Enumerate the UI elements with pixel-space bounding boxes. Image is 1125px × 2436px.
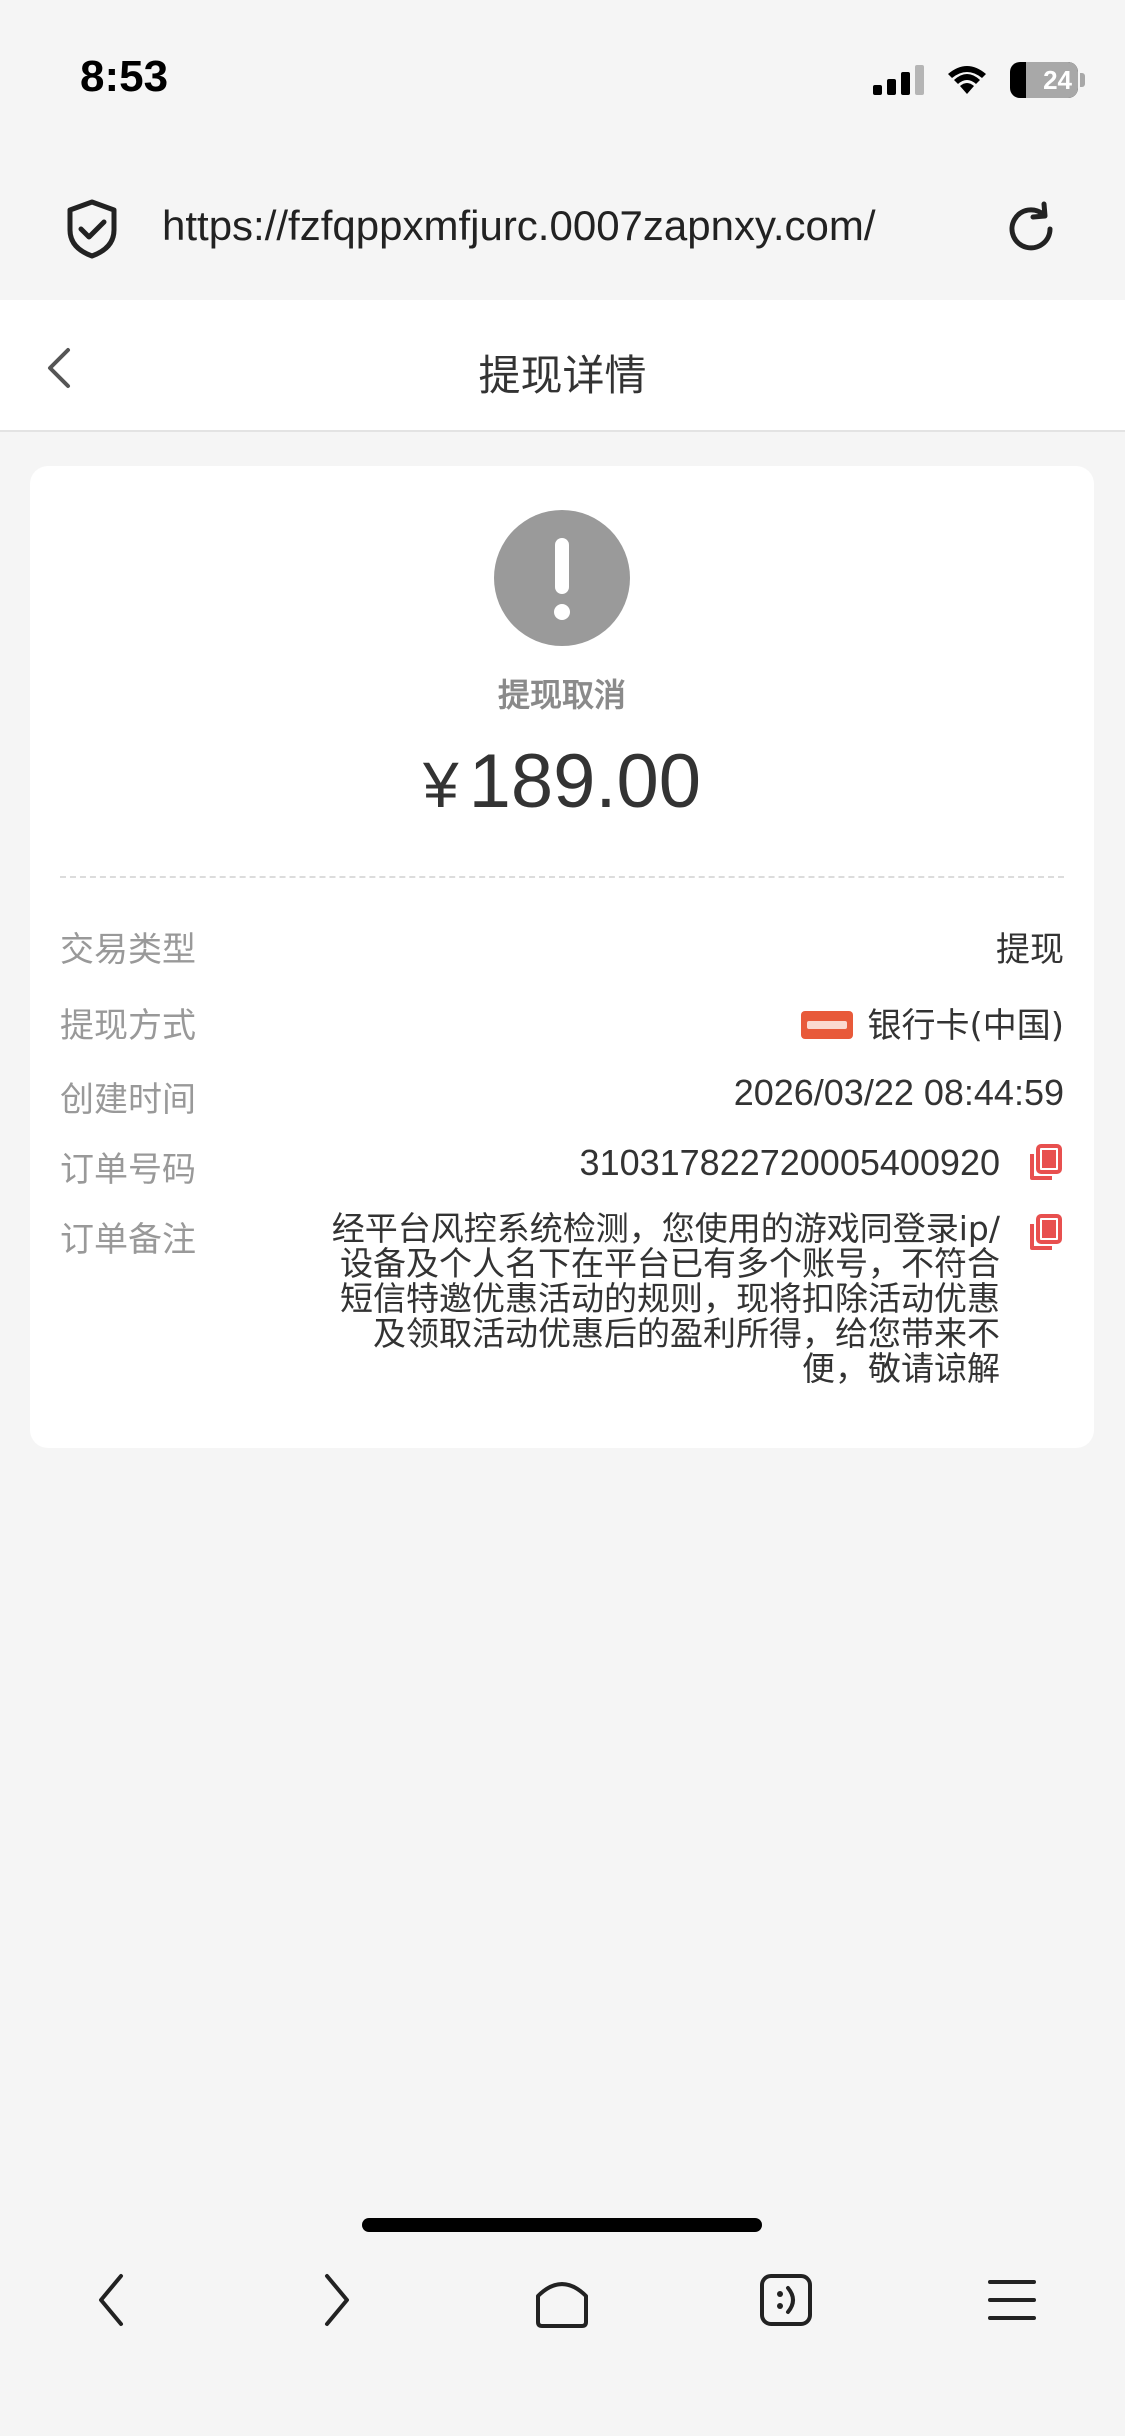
browser-tabs-button[interactable] bbox=[746, 2260, 826, 2340]
withdrawal-detail-card: 提现取消 ¥189.00 交易类型 提现 提现方式 银行卡(中国) 创建时间 2… bbox=[30, 466, 1094, 1448]
url-field[interactable]: https://fzfqppxmfjurc.0007zapnxy.com/ bbox=[162, 202, 957, 250]
remark-text: 经平台风控系统检测，您使用的游戏同登录ip/设备及个人名下在平台已有多个账号，不… bbox=[331, 1209, 1000, 1388]
row-label: 提现方式 bbox=[60, 1006, 196, 1046]
page-header: 提现详情 bbox=[0, 300, 1125, 432]
home-indicator[interactable] bbox=[362, 2218, 762, 2232]
currency-symbol: ¥ bbox=[422, 749, 459, 821]
bank-logo-icon bbox=[801, 1010, 854, 1039]
browser-menu-button[interactable] bbox=[972, 2260, 1052, 2340]
browser-forward-button[interactable] bbox=[296, 2260, 376, 2340]
tabs-icon bbox=[760, 2274, 812, 2326]
row-label: 交易类型 bbox=[60, 930, 196, 970]
copy-icon[interactable] bbox=[1028, 1214, 1064, 1252]
row-value: 银行卡(中国) bbox=[867, 1006, 1064, 1046]
amount-value: 189.00 bbox=[468, 739, 702, 824]
divider bbox=[60, 876, 1064, 878]
status-time: 8:53 bbox=[80, 52, 169, 101]
status-bar: 8:53 24 bbox=[0, 0, 1125, 160]
wifi-icon bbox=[948, 66, 986, 94]
status-icons: 24 bbox=[873, 60, 1085, 100]
page-title: 提现详情 bbox=[478, 351, 647, 400]
browser-back-button[interactable] bbox=[72, 2260, 152, 2340]
home-icon bbox=[536, 2282, 588, 2328]
browser-url-bar: https://fzfqppxmfjurc.0007zapnxy.com/ bbox=[0, 160, 1125, 300]
battery-icon: 24 bbox=[1010, 62, 1085, 98]
cellular-signal-icon bbox=[873, 65, 924, 95]
row-value: 310317822720005400920 bbox=[579, 1142, 1000, 1183]
row-label: 订单备注 bbox=[60, 1220, 196, 1260]
amount: ¥189.00 bbox=[30, 738, 1094, 825]
row-value: 2026/03/22 08:44:59 bbox=[733, 1072, 1064, 1113]
status-label: 提现取消 bbox=[497, 676, 626, 714]
row-label: 订单号码 bbox=[60, 1150, 196, 1190]
row-value: 提现 bbox=[996, 930, 1064, 970]
reload-icon[interactable] bbox=[1000, 198, 1062, 260]
alert-icon bbox=[494, 510, 630, 646]
row-label: 创建时间 bbox=[60, 1080, 196, 1120]
shield-check-icon[interactable] bbox=[64, 198, 120, 260]
forward-icon bbox=[325, 2274, 349, 2326]
back-icon bbox=[99, 2274, 123, 2326]
copy-icon[interactable] bbox=[1028, 1144, 1064, 1182]
battery-level: 24 bbox=[1043, 64, 1072, 95]
menu-icon bbox=[988, 2280, 1036, 2320]
browser-home-button[interactable] bbox=[522, 2260, 602, 2340]
